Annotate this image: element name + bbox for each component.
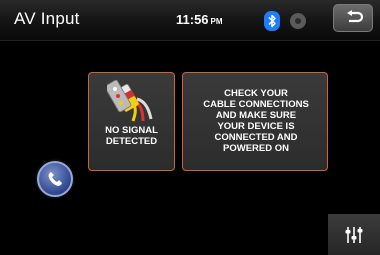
bluetooth-icon: [264, 11, 280, 31]
clock-ampm: PM: [210, 17, 223, 26]
av-input-screen: AV Input 11:56 PM NO SIGNAL DETECTED CHE…: [0, 0, 380, 255]
clock: 11:56 PM: [176, 12, 223, 27]
phone-icon: [48, 172, 62, 186]
back-button[interactable]: [333, 4, 373, 32]
phone-button[interactable]: [37, 161, 73, 197]
clock-time: 11:56: [176, 12, 209, 27]
header-bar: AV Input 11:56 PM: [0, 0, 380, 41]
no-signal-text: NO SIGNAL DETECTED: [105, 125, 158, 147]
equalizer-icon: [345, 227, 363, 243]
disc-icon: [290, 13, 306, 29]
cable-connector-icon: [107, 79, 153, 122]
page-title: AV Input: [14, 9, 80, 28]
cable-check-message-panel: CHECK YOUR CABLE CONNECTIONS AND MAKE SU…: [182, 72, 328, 171]
equalizer-settings-button[interactable]: [328, 214, 380, 255]
no-signal-panel: NO SIGNAL DETECTED: [88, 72, 175, 171]
back-arrow-icon: [347, 10, 363, 23]
cable-check-message: CHECK YOUR CABLE CONNECTIONS AND MAKE SU…: [203, 88, 309, 154]
